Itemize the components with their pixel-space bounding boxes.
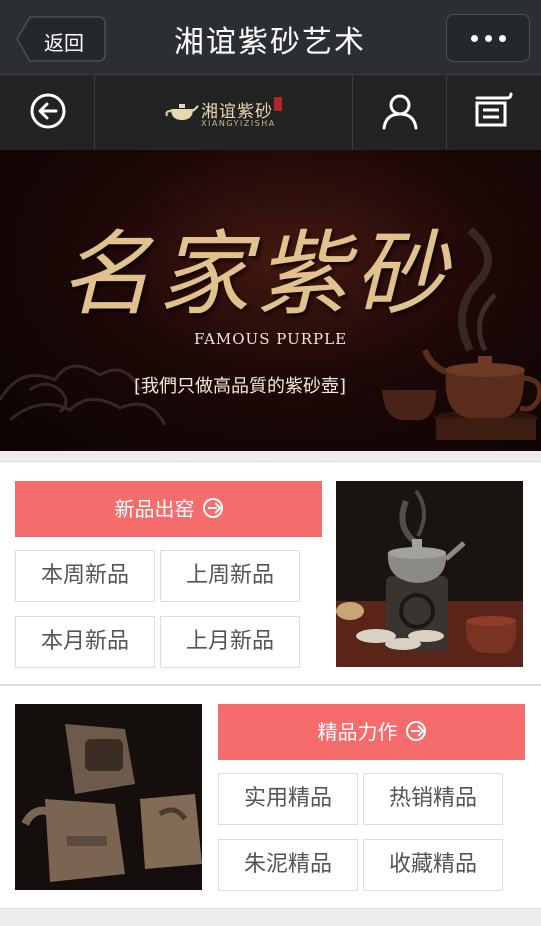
featured-products-section: 精品力作 实用精品 热销精品 朱泥精品 收藏精品	[0, 685, 541, 909]
user-button[interactable]	[353, 75, 447, 151]
new-products-header[interactable]: 新品出窑	[15, 481, 322, 537]
site-header: 湘谊紫砂 XIANGYIZISHA	[0, 74, 541, 151]
page-title: 湘谊紫砂艺术	[174, 25, 366, 60]
back-label: 返回	[44, 31, 84, 55]
sub-category-button[interactable]: 本月新品	[15, 616, 155, 668]
more-dot-icon	[499, 35, 506, 42]
clay-teapots-image	[15, 704, 202, 890]
more-button[interactable]	[446, 14, 530, 62]
back-button[interactable]: 返回	[16, 16, 106, 62]
featured-products-header-label: 精品力作	[317, 720, 398, 744]
sub-category-button[interactable]: 收藏精品	[363, 839, 503, 891]
logo-seal	[274, 97, 282, 111]
circle-arrow-right-icon	[202, 498, 223, 518]
featured-products-image[interactable]	[15, 704, 202, 890]
sub-category-button[interactable]: 热销精品	[363, 773, 503, 825]
logo[interactable]: 湘谊紫砂 XIANGYIZISHA	[95, 75, 353, 151]
teapot-logo-icon	[165, 104, 199, 120]
list-menu-icon	[475, 92, 513, 127]
banner-subtitle-en: FAMOUS PURPLE	[193, 330, 348, 348]
title-bar: 返回 湘谊紫砂艺术	[0, 0, 541, 74]
sub-category-button[interactable]: 本周新品	[15, 550, 155, 602]
sub-category-button[interactable]: 上周新品	[160, 550, 300, 602]
sub-category-button[interactable]: 上月新品	[160, 616, 300, 668]
sub-category-button[interactable]: 实用精品	[218, 773, 358, 825]
banner-title: 名家紫砂	[60, 221, 453, 328]
teapot-on-stove-image	[336, 481, 523, 667]
hero-banner[interactable]: 名家紫砂 FAMOUS PURPLE [我們只做高品質的紫砂壺]	[0, 150, 541, 451]
menu-list-button[interactable]	[447, 75, 541, 151]
banner-tagline: [我們只做高品質的紫砂壺]	[134, 376, 347, 397]
more-dot-icon	[485, 35, 492, 42]
new-products-image[interactable]	[336, 481, 523, 667]
new-products-header-label: 新品出窑	[114, 497, 195, 521]
new-products-section: 新品出窑 本周新品 上周新品 本月新品 上月新品	[0, 461, 541, 685]
nav-back-button[interactable]	[0, 75, 95, 151]
sub-category-button[interactable]: 朱泥精品	[218, 839, 358, 891]
logo-subtext: XIANGYIZISHA	[201, 119, 276, 128]
circle-arrow-right-icon	[405, 721, 426, 741]
featured-products-header[interactable]: 精品力作	[218, 704, 525, 760]
user-icon	[382, 94, 418, 130]
more-dot-icon	[471, 35, 478, 42]
circle-arrow-left-icon	[30, 93, 66, 129]
